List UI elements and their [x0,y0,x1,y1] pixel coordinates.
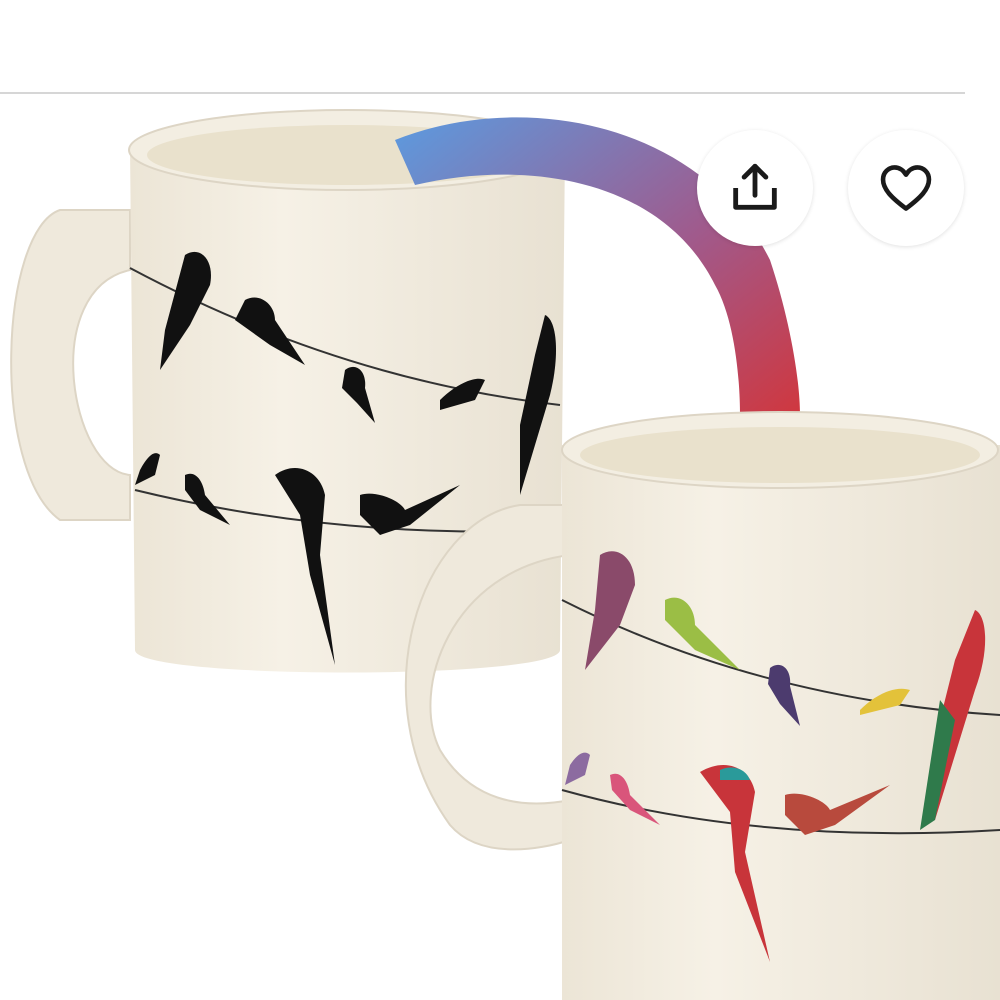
top-divider [0,92,965,94]
heart-outline-icon [880,165,932,211]
favorite-button[interactable] [848,130,964,246]
share-button[interactable] [697,130,813,246]
product-photo [10,109,1000,1000]
product-image[interactable] [0,95,1000,1000]
share-icon [733,163,777,210]
